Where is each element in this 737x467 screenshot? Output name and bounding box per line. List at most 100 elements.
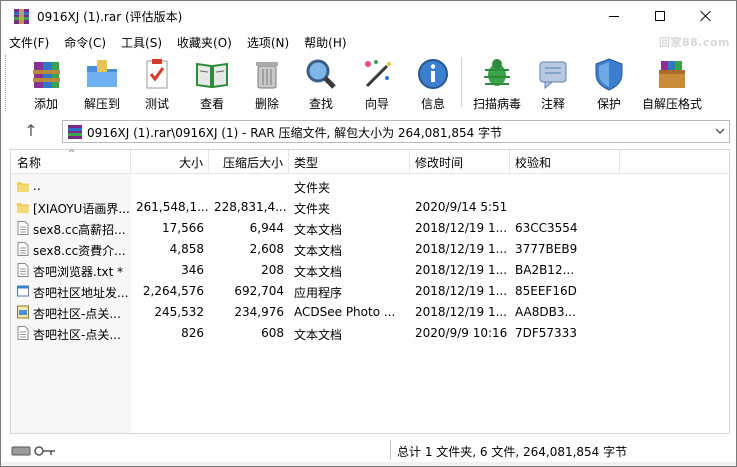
file-crc: 3777BEB9 bbox=[515, 242, 578, 256]
column-header-modified[interactable]: 修改时间 bbox=[410, 150, 510, 174]
file-packed-size: 234,976 bbox=[234, 305, 284, 319]
protect-button[interactable]: 保护 bbox=[587, 53, 631, 113]
file-row[interactable]: 杏吧社区地址发... 2,264,576 692,704 应用程序 2018/12/19… bbox=[11, 281, 729, 302]
file-size: 261,548,1... bbox=[136, 200, 209, 214]
file-type: 文本文档 bbox=[294, 244, 343, 258]
virus-scan-button[interactable]: 扫描病毒 bbox=[469, 53, 525, 113]
file-type: 文本文档 bbox=[294, 265, 343, 279]
menu-tools[interactable]: 工具(S) bbox=[113, 31, 169, 51]
close-button[interactable] bbox=[683, 1, 729, 31]
delete-icon bbox=[256, 62, 278, 89]
file-crc: 7DF57333 bbox=[515, 326, 577, 340]
file-packed-size: 228,831,4... bbox=[214, 200, 287, 214]
menu-help[interactable]: 帮助(H) bbox=[296, 31, 353, 51]
address-path: 0916XJ (1).rar\0916XJ (1) - RAR 压缩文件, 解包… bbox=[87, 126, 503, 140]
file-size bbox=[131, 176, 209, 197]
file-row[interactable]: sex8.cc高薪招... 17,566 6,944 文本文档 2018/12/19 1… bbox=[11, 218, 729, 239]
folder-icon bbox=[17, 179, 29, 193]
up-one-level-button[interactable]: ↑ bbox=[21, 121, 41, 141]
toolbar-separator bbox=[461, 57, 462, 107]
menu-commands[interactable]: 命令(C) bbox=[56, 31, 113, 51]
window-title: 0916XJ (1).rar (评估版本) bbox=[37, 10, 183, 24]
minimize-button[interactable] bbox=[591, 1, 637, 31]
menu-favorites[interactable]: 收藏夹(O) bbox=[169, 31, 239, 51]
file-name-cell: .. bbox=[11, 176, 131, 197]
column-header-size[interactable]: 大小 bbox=[131, 150, 209, 174]
delete-label: 删除 bbox=[254, 97, 279, 111]
file-size: 17,566 bbox=[162, 221, 204, 235]
file-size: 2,264,576 bbox=[142, 284, 204, 298]
arrow-up-icon: ↑ bbox=[24, 121, 38, 140]
extract-to-button[interactable]: 解压到 bbox=[77, 53, 127, 113]
menu-options[interactable]: 选项(N) bbox=[239, 31, 296, 51]
file-type: 应用程序 bbox=[294, 286, 343, 300]
file-name-cell: 杏吧社区-点关... bbox=[11, 302, 131, 323]
text-file-icon bbox=[17, 242, 29, 256]
maximize-icon bbox=[655, 11, 665, 21]
address-bar[interactable]: 0916XJ (1).rar\0916XJ (1) - RAR 压缩文件, 解包… bbox=[62, 120, 730, 143]
virus-scan-icon bbox=[484, 59, 510, 86]
file-row[interactable]: 杏吧社区-点关... 826 608 文本文档 2020/9/9 10:16 7DF573… bbox=[11, 323, 729, 344]
add-button[interactable]: 添加 bbox=[23, 53, 69, 113]
view-button[interactable]: 查看 bbox=[189, 53, 235, 113]
file-name: .. bbox=[33, 179, 41, 193]
file-row[interactable]: sex8.cc资費介... 4,858 2,608 文本文档 2018/12/19 1.… bbox=[11, 239, 729, 260]
file-crc: BA2B12... bbox=[515, 263, 575, 277]
file-name: sex8.cc高薪招... bbox=[33, 223, 126, 237]
file-row[interactable]: .. 文件夹 bbox=[11, 176, 729, 197]
protect-label: 保护 bbox=[596, 97, 621, 111]
column-header-crc[interactable]: 校验和 bbox=[510, 150, 620, 174]
text-file-icon bbox=[17, 326, 29, 340]
add-archive-icon bbox=[33, 62, 60, 88]
column-header-packed[interactable]: 压缩后大小 bbox=[209, 150, 289, 174]
file-crc bbox=[510, 197, 620, 218]
file-row[interactable]: 杏吧浏览器.txt * 346 208 文本文档 2018/12/19 1... BA2B… bbox=[11, 260, 729, 281]
file-row[interactable]: [XIAOYU语画界... 261,548,1... 228,831,4... 文件夹… bbox=[11, 197, 729, 218]
status-bar: 总计 1 文件夹, 6 文件, 264,081,854 字节 bbox=[1, 439, 736, 463]
file-name: 杏吧社区-点关... bbox=[33, 328, 121, 342]
file-type: 文件夹 bbox=[294, 181, 331, 195]
jpg-file-icon bbox=[17, 305, 29, 319]
comment-label: 注释 bbox=[540, 97, 565, 111]
file-size: 4,858 bbox=[169, 242, 204, 256]
comment-icon bbox=[539, 61, 567, 90]
file-packed-size bbox=[209, 176, 289, 197]
add-label: 添加 bbox=[33, 97, 58, 111]
wizard-label: 向导 bbox=[364, 97, 389, 111]
comment-button[interactable]: 注释 bbox=[531, 53, 575, 113]
text-file-icon bbox=[17, 221, 29, 235]
column-header-type[interactable]: 类型 bbox=[289, 150, 410, 174]
winrar-window: 0916XJ (1).rar (评估版本) 文件(F) 命令(C) 工具(S) … bbox=[0, 0, 737, 467]
file-name: 杏吧社区-点关... bbox=[33, 307, 121, 321]
virus-scan-label: 扫描病毒 bbox=[472, 97, 521, 111]
file-name-cell: 杏吧社区-点关... bbox=[11, 323, 131, 344]
file-row[interactable]: 杏吧社区-点关... 245,532 234,976 ACDSee Photo ...… bbox=[11, 302, 729, 323]
file-name-cell: 杏吧浏览器.txt * bbox=[11, 260, 131, 281]
find-button[interactable]: 查找 bbox=[299, 53, 343, 113]
sfx-button[interactable]: 自解压格式 bbox=[639, 53, 705, 113]
sort-ascending-icon: ^ bbox=[68, 149, 76, 159]
find-icon bbox=[306, 59, 336, 89]
test-label: 测试 bbox=[144, 97, 169, 111]
sfx-label: 自解压格式 bbox=[641, 97, 702, 111]
file-modified: 2020/9/9 10:16 bbox=[415, 326, 508, 340]
test-button[interactable]: 测试 bbox=[135, 53, 179, 113]
file-crc: AA8DB3... bbox=[515, 305, 576, 319]
menu-file[interactable]: 文件(F) bbox=[1, 31, 56, 51]
file-modified: 2018/12/19 1... bbox=[415, 221, 508, 235]
file-packed-size: 6,944 bbox=[249, 221, 284, 235]
file-packed-size: 692,704 bbox=[234, 284, 284, 298]
file-packed-size: 208 bbox=[261, 263, 284, 277]
maximize-button[interactable] bbox=[637, 1, 683, 31]
file-crc bbox=[510, 176, 620, 197]
file-crc: 85EEF16D bbox=[515, 284, 577, 298]
column-name-label: 名称 bbox=[17, 156, 42, 170]
info-button[interactable]: 信息 bbox=[411, 53, 455, 113]
file-modified: 2020/9/14 5:51 bbox=[415, 200, 508, 214]
file-size: 245,532 bbox=[154, 305, 204, 319]
delete-button[interactable]: 删除 bbox=[245, 53, 289, 113]
chevron-down-icon[interactable] bbox=[714, 125, 726, 137]
file-modified: 2018/12/19 1... bbox=[415, 242, 508, 256]
wizard-button[interactable]: 向导 bbox=[355, 53, 399, 113]
column-header-name[interactable]: 名称 ^ bbox=[11, 150, 131, 174]
